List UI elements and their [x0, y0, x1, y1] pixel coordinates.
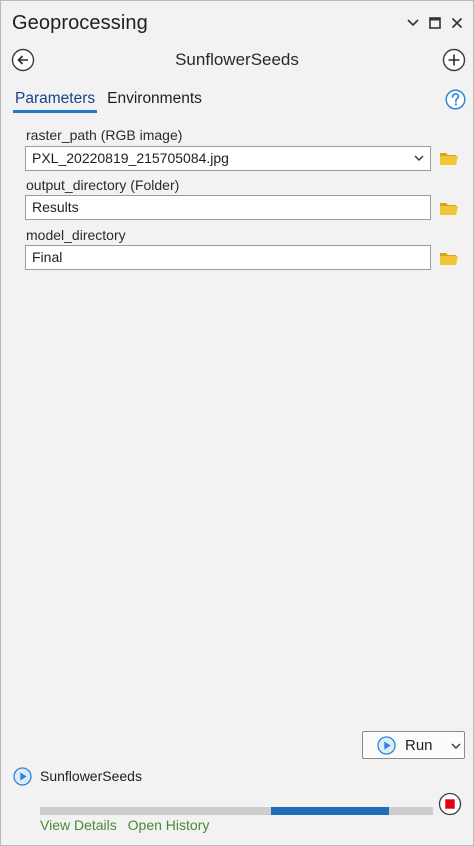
run-label: Run [405, 737, 433, 754]
back-icon[interactable] [11, 48, 35, 72]
model-directory-value: Final [32, 249, 63, 265]
pane-options-chevron-icon[interactable] [405, 15, 421, 31]
tab-environments[interactable]: Environments [105, 89, 204, 113]
status-links: View Details Open History [40, 817, 216, 833]
param-label-output-directory: output_directory (Folder) [26, 177, 180, 193]
close-icon[interactable] [449, 15, 465, 31]
geoprocessing-pane: Geoprocessing SunflowerSeeds Parameters … [0, 0, 474, 846]
chevron-down-icon[interactable] [414, 154, 424, 162]
stop-icon[interactable] [438, 792, 462, 816]
progress-fill [271, 807, 389, 815]
open-history-link[interactable]: Open History [128, 817, 210, 833]
tab-strip: Parameters Environments [13, 89, 212, 115]
run-button[interactable]: Run [362, 731, 465, 759]
play-icon[interactable] [13, 767, 32, 786]
add-icon[interactable] [442, 48, 466, 72]
tab-parameters[interactable]: Parameters [13, 89, 98, 113]
folder-icon[interactable] [439, 200, 459, 216]
raster-path-value: PXL_20220819_215705084.jpg [32, 150, 229, 166]
param-label-raster-path: raster_path (RGB image) [26, 127, 183, 143]
output-directory-value: Results [32, 199, 79, 215]
help-icon[interactable] [445, 89, 466, 110]
status-tool-name: SunflowerSeeds [40, 768, 142, 784]
progress-bar [40, 807, 433, 815]
param-label-model-directory: model_directory [26, 227, 126, 243]
model-directory-field[interactable]: Final [25, 245, 431, 270]
folder-icon[interactable] [439, 250, 459, 266]
view-details-link[interactable]: View Details [40, 817, 117, 833]
maximize-icon[interactable] [427, 15, 443, 31]
tool-header: SunflowerSeeds [1, 45, 473, 77]
output-directory-field[interactable]: Results [25, 195, 431, 220]
folder-icon[interactable] [439, 150, 459, 166]
raster-path-combobox[interactable]: PXL_20220819_215705084.jpg [25, 146, 431, 171]
chevron-down-icon[interactable] [451, 742, 461, 750]
title-bar: Geoprocessing [1, 1, 473, 45]
tool-title: SunflowerSeeds [175, 50, 299, 69]
play-icon [377, 736, 396, 755]
pane-title: Geoprocessing [12, 12, 148, 34]
